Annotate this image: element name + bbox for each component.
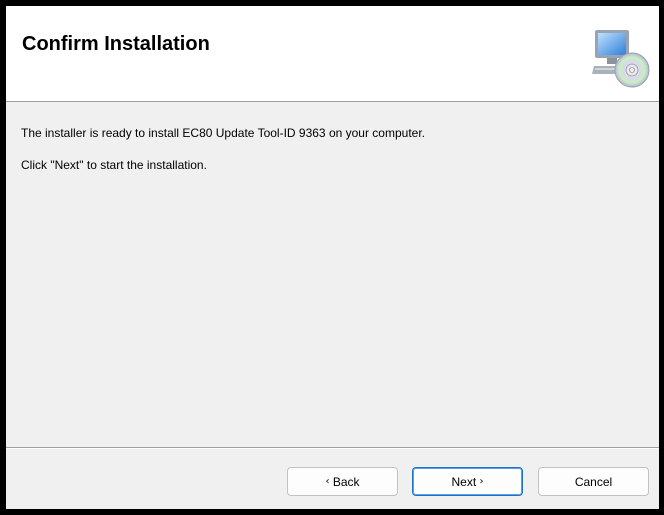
content-area: The installer is ready to install EC80 U…	[6, 102, 659, 446]
computer-cd-icon	[592, 26, 652, 90]
back-button-label: Back	[332, 474, 360, 489]
footer-divider	[6, 447, 659, 449]
installer-window: Confirm Installation The installer is re…	[6, 6, 659, 509]
chevron-right-icon: ›	[479, 476, 484, 487]
cancel-button[interactable]: Cancel	[538, 467, 649, 496]
next-button-label: Next	[451, 474, 477, 489]
page-title: Confirm Installation	[22, 33, 210, 55]
header-panel: Confirm Installation	[6, 6, 659, 102]
install-message: The installer is ready to install EC80 U…	[21, 126, 425, 140]
instruction-message: Click "Next" to start the installation.	[21, 158, 207, 172]
next-button[interactable]: Next ›	[412, 467, 523, 496]
chevron-left-icon: ‹	[325, 476, 330, 487]
back-button[interactable]: ‹ Back	[287, 467, 398, 496]
cancel-button-label: Cancel	[574, 474, 613, 489]
